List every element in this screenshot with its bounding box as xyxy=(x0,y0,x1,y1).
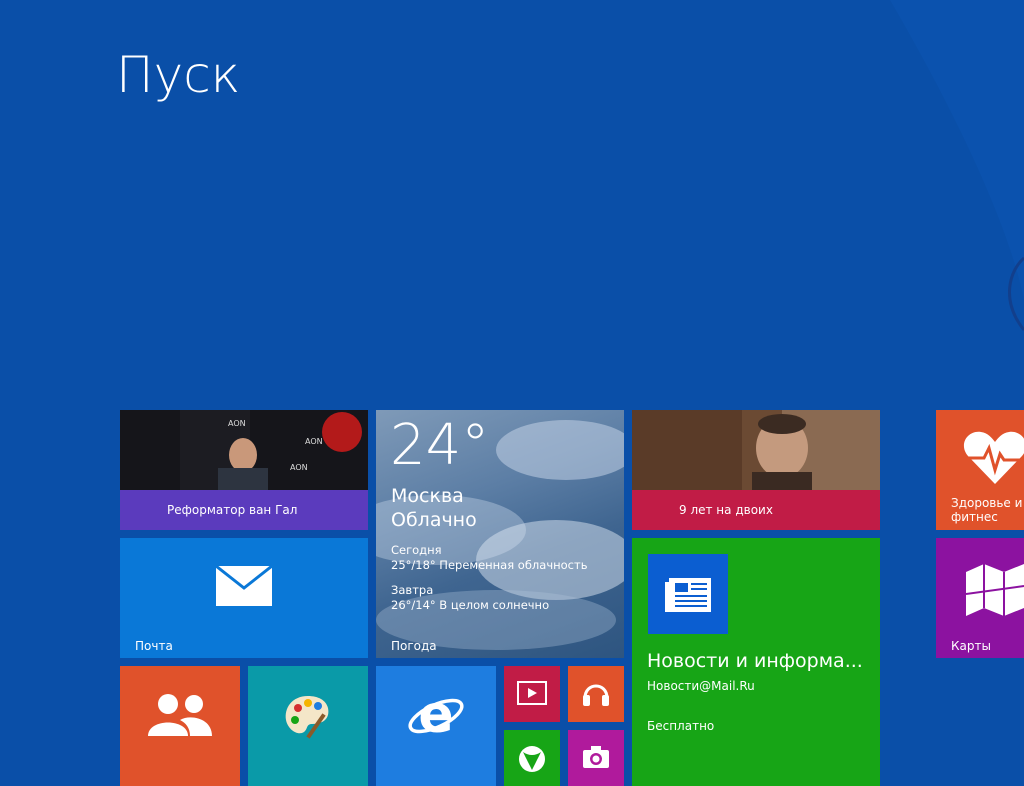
news-photo-9years xyxy=(632,410,880,490)
tile-weather[interactable]: 24° Москва Облачно Сегодня 25°/18° Перем… xyxy=(376,410,624,658)
tile-label: Почта xyxy=(135,639,173,653)
start-title: Пуск xyxy=(116,46,241,104)
svg-text:AON: AON xyxy=(290,463,308,472)
news-app-publisher: Новости@Mail.Ru xyxy=(647,679,755,693)
xbox-icon xyxy=(519,746,545,772)
weather-city: Москва xyxy=(391,485,464,507)
newspaper-icon xyxy=(665,578,711,612)
tile-people[interactable] xyxy=(120,666,240,786)
news-photo-vangaal: AON AON AON xyxy=(120,410,368,490)
caption-bar: 9 лет на двоих xyxy=(632,490,880,530)
palette-icon xyxy=(285,696,329,739)
svg-text:AON: AON xyxy=(228,419,246,428)
tile-news-vangaal[interactable]: AON AON AON Реформатор ван Гал xyxy=(120,410,368,530)
tile-internet-explorer[interactable]: e xyxy=(376,666,496,786)
weather-tomorrow-label: Завтра xyxy=(391,583,434,597)
tile-label: Здоровье и фитнес xyxy=(951,496,1023,524)
headphones-icon xyxy=(583,684,609,706)
app-icon-box xyxy=(648,554,728,634)
svg-text:e: e xyxy=(418,686,453,745)
weather-tomorrow-forecast: 26°/14° В целом солнечно xyxy=(391,598,550,612)
weather-condition: Облачно xyxy=(391,509,477,531)
caption-bar: Реформатор ван Гал xyxy=(120,490,368,530)
tile-camera[interactable] xyxy=(568,730,624,786)
tile-games[interactable] xyxy=(504,730,560,786)
people-icon xyxy=(148,694,212,736)
tile-caption: Реформатор ван Гал xyxy=(167,503,298,517)
weather-temperature: 24° xyxy=(390,413,490,478)
svg-text:AON: AON xyxy=(305,437,323,446)
video-icon xyxy=(517,681,547,705)
tile-paint[interactable] xyxy=(248,666,368,786)
camera-icon xyxy=(583,746,609,768)
tile-label: Погода xyxy=(391,639,437,653)
weather-today-forecast: 25°/18° Переменная облачность xyxy=(391,558,588,572)
tile-health-fitness[interactable]: Здоровье и фитнес xyxy=(936,410,1024,530)
tile-label: Карты xyxy=(951,639,991,653)
tile-video[interactable] xyxy=(504,666,560,722)
envelope-icon xyxy=(216,566,272,606)
weather-today-label: Сегодня xyxy=(391,543,442,557)
map-icon xyxy=(966,564,1024,616)
tile-news-app[interactable]: Новости и информа... Новости@Mail.Ru Бес… xyxy=(632,538,880,786)
tile-mail[interactable]: Почта xyxy=(120,538,368,658)
tile-music[interactable] xyxy=(568,666,624,722)
heart-pulse-icon xyxy=(963,431,1024,484)
tile-caption: 9 лет на двоих xyxy=(679,503,773,517)
news-app-price: Бесплатно xyxy=(647,719,715,733)
tile-maps[interactable]: Карты xyxy=(936,538,1024,658)
news-app-title: Новости и информа... xyxy=(647,650,863,672)
tile-news-9years[interactable]: 9 лет на двоих xyxy=(632,410,880,530)
internet-explorer-icon: e xyxy=(408,686,464,745)
